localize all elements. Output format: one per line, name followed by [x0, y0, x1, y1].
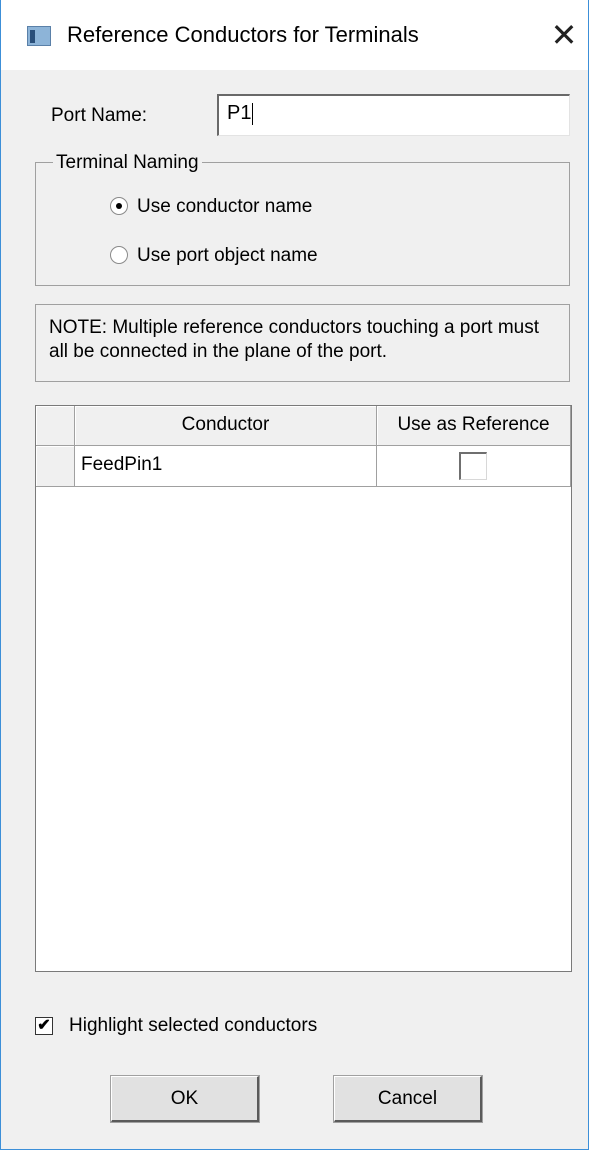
terminal-naming-legend: Terminal Naming — [53, 152, 202, 174]
conductor-cell[interactable]: FeedPin1 — [75, 446, 377, 487]
conductor-grid[interactable]: Conductor Use as Reference FeedPin1 — [35, 405, 572, 972]
note-text: NOTE: Multiple reference conductors touc… — [49, 317, 540, 362]
radio-use-port-object-name-label[interactable]: Use port object name — [137, 244, 318, 268]
port-name-input[interactable]: P1 — [217, 94, 570, 136]
highlight-checkbox-label[interactable]: Highlight selected conductors — [69, 1014, 317, 1038]
use-as-reference-cell[interactable] — [377, 446, 571, 487]
port-name-value: P1 — [227, 102, 252, 124]
app-window-icon — [27, 26, 51, 46]
close-button[interactable]: ✕ — [541, 14, 587, 56]
use-as-reference-checkbox[interactable] — [459, 452, 487, 480]
cancel-button[interactable]: Cancel — [334, 1076, 482, 1122]
radio-use-conductor-name[interactable] — [110, 197, 128, 215]
grid-corner-header[interactable] — [36, 406, 75, 446]
title-bar[interactable]: Reference Conductors for Terminals ✕ — [1, 0, 588, 70]
ok-button[interactable]: OK — [111, 1076, 259, 1122]
radio-use-conductor-name-label[interactable]: Use conductor name — [137, 195, 312, 219]
port-name-label: Port Name: — [51, 105, 148, 126]
highlight-checkbox[interactable]: ✔ — [35, 1017, 53, 1035]
dialog-window: Reference Conductors for Terminals ✕ Por… — [0, 0, 589, 1150]
row-header[interactable] — [36, 446, 75, 487]
text-caret — [252, 102, 254, 125]
window-title: Reference Conductors for Terminals — [67, 22, 419, 47]
column-header-use-as-reference[interactable]: Use as Reference — [377, 406, 571, 446]
radio-use-port-object-name[interactable] — [110, 246, 128, 264]
column-header-conductor[interactable]: Conductor — [75, 406, 377, 446]
